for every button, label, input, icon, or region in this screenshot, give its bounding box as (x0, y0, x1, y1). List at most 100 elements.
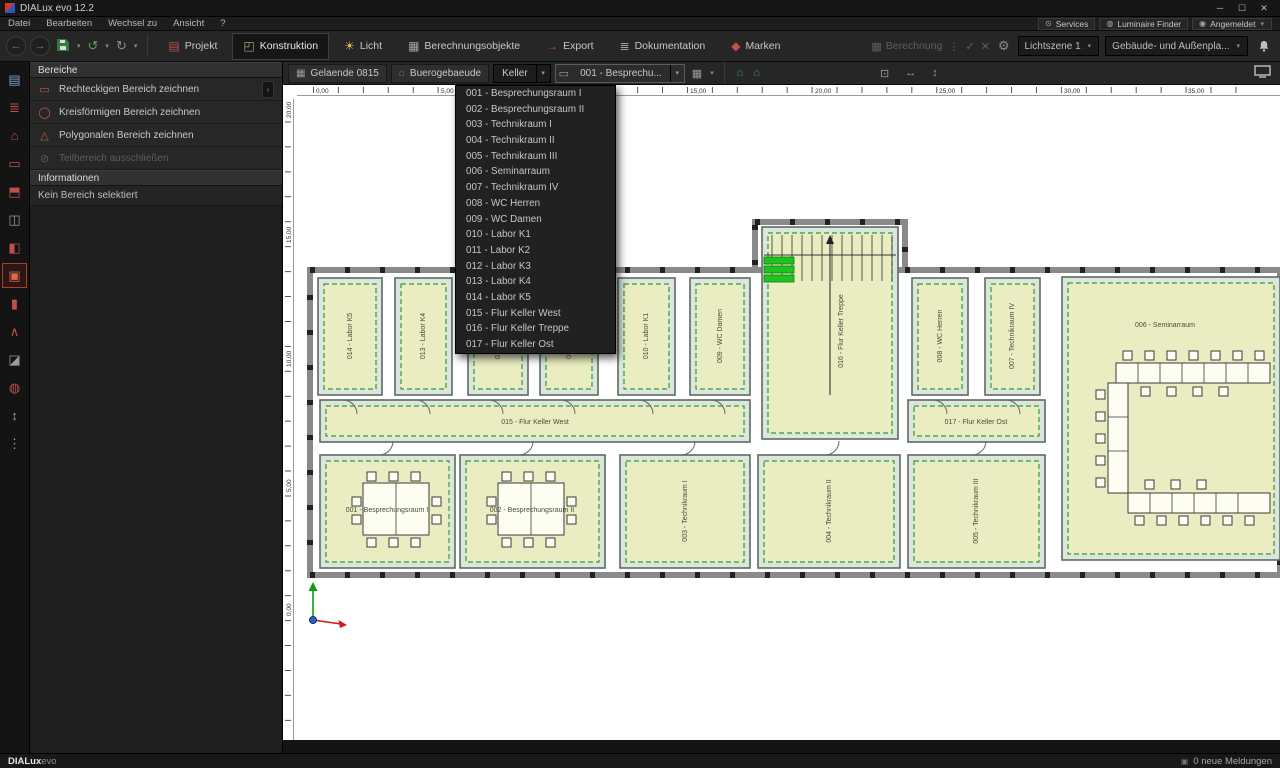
mode-konstruktion-button[interactable]: ◰ Konstruktion (232, 33, 329, 60)
back-button[interactable]: ← (6, 36, 26, 56)
mode-berechnungsobjekte-button[interactable]: ▦ Berechnungsobjekte (397, 33, 531, 60)
save-menu-caret-icon[interactable]: ▾ (76, 42, 82, 50)
room-option[interactable]: 003 - Technikraum I (456, 117, 615, 133)
account-button[interactable]: ◉ Angemeldet ▾ (1192, 18, 1272, 30)
room-002-besprechungsraum-2[interactable]: 002 - Besprechungsraum II (460, 455, 605, 568)
tool-more-icon[interactable]: ⋮ (2, 431, 27, 456)
mode-export-button[interactable]: → Export (535, 33, 604, 60)
draw-polygon-area-button[interactable]: △ Polygonalen Bereich zeichnen (30, 124, 282, 147)
room-013-labor-k4[interactable]: 013 - Labor K4 (395, 278, 452, 395)
mode-licht-button[interactable]: ☀ Licht (333, 33, 393, 60)
room-003-technikraum-1[interactable]: 003 - Technikraum I (620, 455, 750, 568)
building-tab[interactable]: ⌂ Buerogebaeude (391, 64, 489, 83)
tool-rooms-icon[interactable]: ▭ (2, 151, 27, 176)
more-options-icon[interactable]: ⋮ (948, 40, 959, 53)
luminaire-finder-button[interactable]: ◍ Luminaire Finder (1099, 18, 1188, 30)
room-010-labor-k1[interactable]: 010 - Labor K1 (618, 278, 675, 395)
tool-ceilings-icon[interactable]: ⬒ (2, 179, 27, 204)
menu-wechsel-zu[interactable]: Wechsel zu (108, 18, 157, 29)
tool-objects-icon[interactable]: ◪ (2, 347, 27, 372)
drawing-canvas[interactable]: 0,00 5,00 10,00 15,00 20,00 25,00 30,00 … (283, 85, 1280, 753)
room-option[interactable]: 004 - Technikraum II (456, 133, 615, 149)
menu-help[interactable]: ? (220, 18, 225, 29)
redo-menu-caret-icon[interactable]: ▾ (133, 42, 139, 50)
confirm-icon[interactable]: ✓ (965, 40, 974, 53)
tool-doors-icon[interactable]: ◧ (2, 235, 27, 260)
panel-collapse-button[interactable]: ‹ (262, 81, 274, 98)
chevron-down-icon[interactable]: ▾ (670, 65, 684, 82)
room-014-labor-k5[interactable]: 014 - Labor K5 (318, 278, 382, 395)
building-scope-select[interactable]: Gebäude- und Außenpla... ▾ (1105, 36, 1248, 56)
room-option[interactable]: 010 - Labor K1 (456, 227, 615, 243)
lichtszene-select[interactable]: Lichtszene 1 ▾ (1018, 36, 1100, 56)
services-button[interactable]: ⊙ Services (1038, 18, 1095, 30)
tool-columns-icon[interactable]: ▮ (2, 291, 27, 316)
menu-bearbeiten[interactable]: Bearbeiten (46, 18, 92, 29)
undo-menu-caret-icon[interactable]: ▾ (104, 42, 110, 50)
zoom-selection-icon[interactable]: ⊡ (877, 67, 892, 80)
mode-dokumentation-button[interactable]: ≣ Dokumentation (609, 33, 717, 60)
forward-button[interactable]: → (30, 36, 50, 56)
room-option[interactable]: 017 - Flur Keller Ost (456, 337, 615, 353)
room-option[interactable]: 016 - Flur Keller Treppe (456, 321, 615, 337)
site-tab[interactable]: ▦ Gelaende 0815 (288, 64, 387, 83)
room-option[interactable]: 012 - Labor K3 (456, 259, 615, 275)
measure-vertical-icon[interactable]: ↕ (929, 67, 941, 79)
close-button[interactable]: ✕ (1253, 3, 1275, 14)
chevron-down-icon[interactable]: ▾ (536, 65, 550, 82)
cancel-icon[interactable]: ✕ (981, 40, 990, 53)
tool-site-icon[interactable]: ▤ (2, 67, 27, 92)
display-settings-icon[interactable] (1254, 65, 1271, 81)
draw-circle-area-button[interactable]: ◯ Kreisförmigen Bereich zeichnen (30, 101, 282, 124)
room-option[interactable]: 008 - WC Herren (456, 196, 615, 212)
undo-icon[interactable]: ↺ (86, 38, 101, 54)
messages-button[interactable]: ▣ 0 neue Meldungen (1181, 756, 1272, 767)
measure-horizontal-icon[interactable]: ↔ (902, 67, 919, 79)
berechnung-button[interactable]: ▦ Berechnung (871, 40, 942, 53)
chevron-down-icon[interactable]: ▾ (709, 69, 715, 77)
tool-measure-icon[interactable]: ↕ (2, 403, 27, 428)
maximize-button[interactable]: ☐ (1231, 3, 1253, 14)
room-008-wc-herren[interactable]: 008 - WC Herren (912, 278, 968, 395)
room-option[interactable]: 006 - Seminarraum (456, 164, 615, 180)
tool-materials-icon[interactable]: ◍ (2, 375, 27, 400)
room-005-technikraum-3[interactable]: 005 - Technikraum III (908, 455, 1045, 568)
room-select[interactable]: ▭ 001 - Besprechu... ▾ (555, 64, 685, 83)
mode-marken-button[interactable]: ◆ Marken (720, 33, 791, 60)
room-option[interactable]: 001 - Besprechungsraum I (456, 86, 615, 102)
room-option[interactable]: 011 - Labor K2 (456, 243, 615, 259)
mode-projekt-button[interactable]: ▤ Projekt (157, 33, 228, 60)
minimize-button[interactable]: ─ (1209, 3, 1231, 14)
settings-gear-icon[interactable]: ⚙ (996, 38, 1012, 54)
room-017-flur-keller-ost[interactable]: 017 - Flur Keller Ost (908, 400, 1045, 442)
room-option[interactable]: 007 - Technikraum IV (456, 180, 615, 196)
menu-datei[interactable]: Datei (8, 18, 30, 29)
tool-storeys-icon[interactable]: ⌂ (2, 123, 27, 148)
storey-up-icon[interactable]: ⌂ (734, 67, 747, 79)
tool-roofs-icon[interactable]: ∧ (2, 319, 27, 344)
room-option[interactable]: 005 - Technikraum III (456, 149, 615, 165)
tool-windows-icon[interactable]: ◫ (2, 207, 27, 232)
notifications-bell-icon[interactable] (1254, 40, 1274, 53)
room-015-flur-keller-west[interactable]: 015 - Flur Keller West (320, 400, 750, 442)
room-007-technikraum-iv[interactable]: 007 - Technikraum IV (985, 278, 1040, 395)
room-option[interactable]: 013 - Labor K4 (456, 274, 615, 290)
draw-rect-area-button[interactable]: ▭ Rechteckigen Bereich zeichnen ‹ (30, 78, 282, 101)
menu-ansicht[interactable]: Ansicht (173, 18, 204, 29)
room-option[interactable]: 002 - Besprechungsraum II (456, 102, 615, 118)
storey-select[interactable]: Keller ▾ (493, 64, 551, 83)
room-004-technikraum-2[interactable]: 004 - Technikraum II (758, 455, 900, 568)
save-icon[interactable] (54, 38, 72, 55)
tool-building-icon[interactable]: ≣ (2, 95, 27, 120)
room-option[interactable]: 015 - Flur Keller West (456, 306, 615, 322)
room-016-flur-keller-treppe[interactable]: 016 - Flur Keller Treppe (762, 227, 898, 439)
redo-icon[interactable]: ↻ (114, 38, 129, 54)
room-001-besprechungsraum-1[interactable]: 001 - Besprechungsraum I (320, 455, 455, 568)
storey-down-icon[interactable]: ⌂ (750, 67, 763, 79)
room-006-seminarraum[interactable]: 006 - Seminarraum (1062, 277, 1280, 560)
room-009-wc-damen[interactable]: 009 - WC Damen (690, 278, 750, 395)
room-option[interactable]: 014 - Labor K5 (456, 290, 615, 306)
view-grid-icon[interactable]: ▦ (689, 67, 705, 80)
room-option[interactable]: 009 - WC Damen (456, 212, 615, 228)
tool-areas-icon[interactable]: ▣ (2, 263, 27, 288)
